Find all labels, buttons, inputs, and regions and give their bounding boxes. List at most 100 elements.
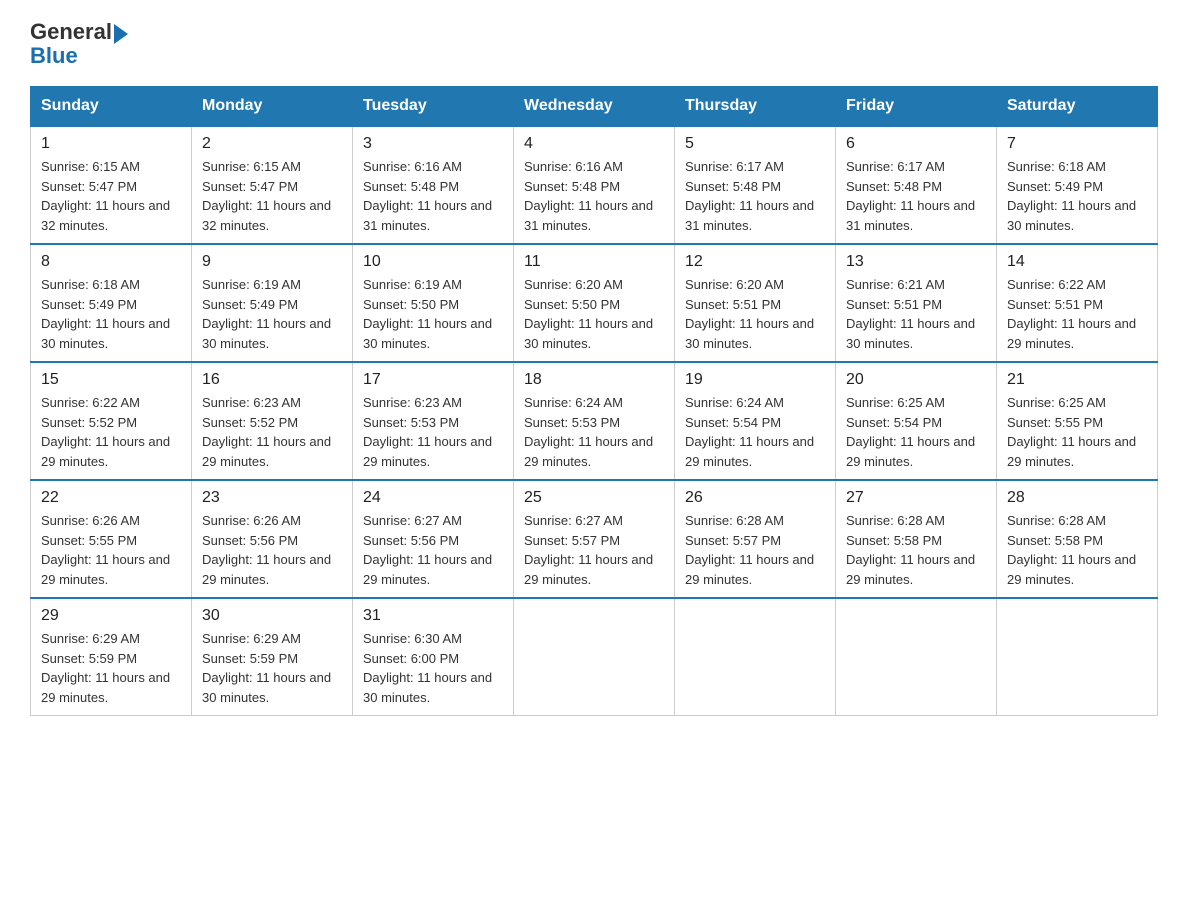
table-row: 15 Sunrise: 6:22 AMSunset: 5:52 PMDayligh…: [31, 362, 192, 480]
day-info: Sunrise: 6:17 AMSunset: 5:48 PMDaylight:…: [685, 157, 825, 235]
calendar-week-row: 1 Sunrise: 6:15 AMSunset: 5:47 PMDaylight…: [31, 126, 1158, 244]
calendar-week-row: 22Sunrise: 6:26 AMSunset: 5:55 PMDayligh…: [31, 480, 1158, 598]
table-row: 26 Sunrise: 6:28 AMSunset: 5:57 PMDayligh…: [675, 480, 836, 598]
day-info: Sunrise: 6:18 AMSunset: 5:49 PMDaylight:…: [1007, 157, 1147, 235]
calendar-week-row: 8 Sunrise: 6:18 AMSunset: 5:49 PMDaylight…: [31, 244, 1158, 362]
table-row: 17 Sunrise: 6:23 AMSunset: 5:53 PMDayligh…: [353, 362, 514, 480]
day-number: 28: [1007, 489, 1147, 507]
day-number: 22: [41, 489, 181, 507]
header-tuesday: Tuesday: [353, 87, 514, 127]
table-row: 14 Sunrise: 6:22 AMSunset: 5:51 PMDayligh…: [997, 244, 1158, 362]
table-row: 30 Sunrise: 6:29 AMSunset: 5:59 PMDayligh…: [192, 598, 353, 716]
day-info: Sunrise: 6:15 AMSunset: 5:47 PMDaylight:…: [41, 157, 181, 235]
page-header: General Blue: [30, 20, 1158, 68]
table-row: [675, 598, 836, 716]
day-info: Sunrise: 6:18 AMSunset: 5:49 PMDaylight:…: [41, 275, 181, 353]
day-number: 18: [524, 371, 664, 389]
table-row: 18 Sunrise: 6:24 AMSunset: 5:53 PMDayligh…: [514, 362, 675, 480]
calendar-header-row: Sunday Monday Tuesday Wednesday Thursday…: [31, 87, 1158, 127]
day-number: 9: [202, 253, 342, 271]
header-friday: Friday: [836, 87, 997, 127]
table-row: 23 Sunrise: 6:26 AMSunset: 5:56 PMDayligh…: [192, 480, 353, 598]
table-row: 6 Sunrise: 6:17 AMSunset: 5:48 PMDaylight…: [836, 126, 997, 244]
day-info: Sunrise: 6:25 AMSunset: 5:55 PMDaylight:…: [1007, 393, 1147, 471]
day-number: 8: [41, 253, 181, 271]
logo-general: General: [30, 20, 112, 44]
day-number: 29: [41, 607, 181, 625]
day-number: 27: [846, 489, 986, 507]
table-row: 20Sunrise: 6:25 AMSunset: 5:54 PMDayligh…: [836, 362, 997, 480]
day-info: Sunrise: 6:21 AMSunset: 5:51 PMDaylight:…: [846, 275, 986, 353]
day-number: 25: [524, 489, 664, 507]
table-row: 27 Sunrise: 6:28 AMSunset: 5:58 PMDayligh…: [836, 480, 997, 598]
day-number: 13: [846, 253, 986, 271]
day-info: Sunrise: 6:24 AMSunset: 5:54 PMDaylight:…: [685, 393, 825, 471]
table-row: 1 Sunrise: 6:15 AMSunset: 5:47 PMDaylight…: [31, 126, 192, 244]
header-wednesday: Wednesday: [514, 87, 675, 127]
day-number: 14: [1007, 253, 1147, 271]
day-number: 10: [363, 253, 503, 271]
table-row: 22Sunrise: 6:26 AMSunset: 5:55 PMDayligh…: [31, 480, 192, 598]
day-info: Sunrise: 6:23 AMSunset: 5:52 PMDaylight:…: [202, 393, 342, 471]
table-row: 21 Sunrise: 6:25 AMSunset: 5:55 PMDayligh…: [997, 362, 1158, 480]
day-info: Sunrise: 6:20 AMSunset: 5:51 PMDaylight:…: [685, 275, 825, 353]
table-row: [997, 598, 1158, 716]
table-row: 8 Sunrise: 6:18 AMSunset: 5:49 PMDaylight…: [31, 244, 192, 362]
day-info: Sunrise: 6:28 AMSunset: 5:58 PMDaylight:…: [846, 511, 986, 589]
table-row: 29 Sunrise: 6:29 AMSunset: 5:59 PMDayligh…: [31, 598, 192, 716]
day-info: Sunrise: 6:26 AMSunset: 5:56 PMDaylight:…: [202, 511, 342, 589]
day-number: 12: [685, 253, 825, 271]
header-sunday: Sunday: [31, 87, 192, 127]
table-row: 4Sunrise: 6:16 AMSunset: 5:48 PMDaylight…: [514, 126, 675, 244]
day-number: 31: [363, 607, 503, 625]
day-info: Sunrise: 6:16 AMSunset: 5:48 PMDaylight:…: [363, 157, 503, 235]
day-number: 15: [41, 371, 181, 389]
day-info: Sunrise: 6:23 AMSunset: 5:53 PMDaylight:…: [363, 393, 503, 471]
table-row: 3Sunrise: 6:16 AMSunset: 5:48 PMDaylight…: [353, 126, 514, 244]
day-info: Sunrise: 6:15 AMSunset: 5:47 PMDaylight:…: [202, 157, 342, 235]
logo: General Blue: [30, 20, 128, 68]
table-row: 16Sunrise: 6:23 AMSunset: 5:52 PMDayligh…: [192, 362, 353, 480]
day-number: 6: [846, 135, 986, 153]
day-number: 20: [846, 371, 986, 389]
table-row: 28 Sunrise: 6:28 AMSunset: 5:58 PMDayligh…: [997, 480, 1158, 598]
day-info: Sunrise: 6:30 AMSunset: 6:00 PMDaylight:…: [363, 629, 503, 707]
table-row: 2Sunrise: 6:15 AMSunset: 5:47 PMDaylight…: [192, 126, 353, 244]
calendar-week-row: 15 Sunrise: 6:22 AMSunset: 5:52 PMDayligh…: [31, 362, 1158, 480]
day-info: Sunrise: 6:17 AMSunset: 5:48 PMDaylight:…: [846, 157, 986, 235]
table-row: 13 Sunrise: 6:21 AMSunset: 5:51 PMDayligh…: [836, 244, 997, 362]
day-info: Sunrise: 6:22 AMSunset: 5:52 PMDaylight:…: [41, 393, 181, 471]
table-row: 19 Sunrise: 6:24 AMSunset: 5:54 PMDayligh…: [675, 362, 836, 480]
day-info: Sunrise: 6:20 AMSunset: 5:50 PMDaylight:…: [524, 275, 664, 353]
day-number: 30: [202, 607, 342, 625]
day-number: 23: [202, 489, 342, 507]
logo-blue: Blue: [30, 44, 78, 68]
day-number: 19: [685, 371, 825, 389]
table-row: 31 Sunrise: 6:30 AMSunset: 6:00 PMDayligh…: [353, 598, 514, 716]
day-number: 5: [685, 135, 825, 153]
table-row: 7Sunrise: 6:18 AMSunset: 5:49 PMDaylight…: [997, 126, 1158, 244]
day-number: 4: [524, 135, 664, 153]
day-info: Sunrise: 6:28 AMSunset: 5:57 PMDaylight:…: [685, 511, 825, 589]
table-row: 5 Sunrise: 6:17 AMSunset: 5:48 PMDaylight…: [675, 126, 836, 244]
day-info: Sunrise: 6:24 AMSunset: 5:53 PMDaylight:…: [524, 393, 664, 471]
day-info: Sunrise: 6:19 AMSunset: 5:49 PMDaylight:…: [202, 275, 342, 353]
day-number: 26: [685, 489, 825, 507]
day-info: Sunrise: 6:22 AMSunset: 5:51 PMDaylight:…: [1007, 275, 1147, 353]
table-row: 12 Sunrise: 6:20 AMSunset: 5:51 PMDayligh…: [675, 244, 836, 362]
day-number: 17: [363, 371, 503, 389]
day-number: 21: [1007, 371, 1147, 389]
day-number: 1: [41, 135, 181, 153]
day-info: Sunrise: 6:29 AMSunset: 5:59 PMDaylight:…: [202, 629, 342, 707]
day-info: Sunrise: 6:27 AMSunset: 5:56 PMDaylight:…: [363, 511, 503, 589]
table-row: 10Sunrise: 6:19 AMSunset: 5:50 PMDayligh…: [353, 244, 514, 362]
day-info: Sunrise: 6:28 AMSunset: 5:58 PMDaylight:…: [1007, 511, 1147, 589]
table-row: 9 Sunrise: 6:19 AMSunset: 5:49 PMDaylight…: [192, 244, 353, 362]
logo-arrow-icon: [114, 24, 128, 44]
day-info: Sunrise: 6:29 AMSunset: 5:59 PMDaylight:…: [41, 629, 181, 707]
table-row: 24Sunrise: 6:27 AMSunset: 5:56 PMDayligh…: [353, 480, 514, 598]
calendar-table: Sunday Monday Tuesday Wednesday Thursday…: [30, 86, 1158, 716]
table-row: 25 Sunrise: 6:27 AMSunset: 5:57 PMDayligh…: [514, 480, 675, 598]
header-thursday: Thursday: [675, 87, 836, 127]
day-info: Sunrise: 6:27 AMSunset: 5:57 PMDaylight:…: [524, 511, 664, 589]
